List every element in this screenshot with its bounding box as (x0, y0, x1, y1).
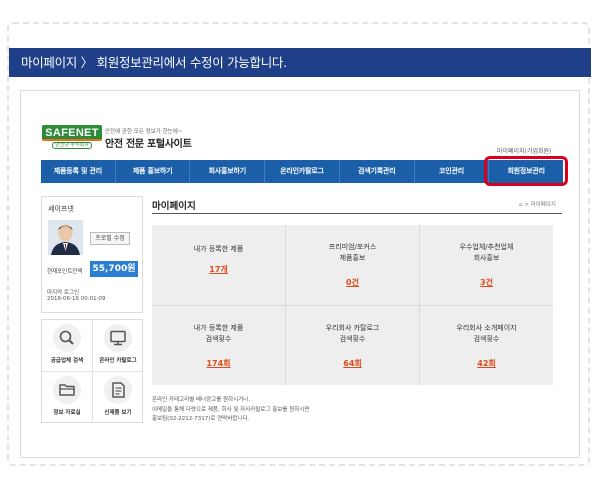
stat-value[interactable]: 174회 (152, 358, 285, 369)
contact-notice: 온라인 카테고리별 배너광고를 원하시거나, 이메일을 통해 다량으로 제품, … (152, 396, 309, 425)
stat-value[interactable]: 64회 (286, 358, 419, 369)
quick-online-catalog[interactable]: 온라인 카탈로그 (93, 320, 143, 371)
quick-new-products[interactable]: 신제품 보기 (93, 372, 143, 423)
quick-supplier-search[interactable]: 공급업체 검색 (42, 320, 92, 371)
stat-label: 우수업체/추천업체 (459, 243, 514, 251)
stat-label: 회사홍보 (473, 254, 500, 262)
search-icon (53, 324, 81, 352)
stat-label: 제품홍보 (339, 254, 366, 262)
member-info-highlight (484, 156, 568, 186)
stat-featured-companies: 우수업체/추천업체 회사홍보 3건 (420, 225, 553, 305)
stat-label: 검색횟수 (205, 335, 232, 343)
quick-label: 신제품 보기 (104, 410, 132, 416)
quick-label: 공급업체 검색 (50, 358, 84, 364)
stat-value[interactable]: 42회 (420, 358, 553, 369)
site-title: 안전 전문 포털사이트 (105, 139, 192, 150)
quick-menu: 공급업체 검색 온라인 카탈로그 정보 자료실 신제품 보기 (41, 319, 143, 423)
nav-item-search-history[interactable]: 검색기록관리 (340, 160, 415, 183)
stat-intro-page-search-count: 우리회사 소개페이지 검색횟수 42회 (420, 306, 553, 386)
stat-value[interactable]: 3건 (420, 277, 553, 288)
stat-value[interactable]: 17개 (152, 264, 285, 275)
profile-name: 세이프넷 (48, 205, 74, 213)
notice-line: 홍보팀(02-2212-7317)로 연락바랍니다. (152, 416, 250, 422)
nav-item-online-catalog[interactable]: 온라인카탈로그 (265, 160, 340, 183)
monitor-icon (104, 324, 132, 352)
edit-profile-button[interactable]: 프로필 수정 (90, 232, 130, 245)
quick-info-library[interactable]: 정보 자료실 (42, 372, 92, 423)
breadcrumb: ⌂ > 마이페이지 (519, 200, 556, 208)
nav-item-product-register[interactable]: 제품등록 및 관리 (41, 160, 116, 183)
notice-line: 이메일을 통해 다량으로 제품, 회사 및 자사카탈로그 홍보를 원하시면 (152, 406, 310, 413)
points-value: 55,700원 (90, 261, 138, 277)
home-icon[interactable]: ⌂ (519, 202, 523, 208)
nav-item-company-promo[interactable]: 회사홍보하기 (190, 160, 266, 183)
stat-label: 검색횟수 (473, 335, 500, 343)
logo-subtext: 안전넷 주식회사 (52, 142, 92, 149)
info-banner: 마이페이지 〉 회원정보관리에서 수정이 가능합니다. (9, 48, 591, 77)
stat-value[interactable]: 0건 (286, 277, 419, 288)
stat-registered-products: 내가 등록한 제품 17개 (152, 225, 285, 305)
points-label: 현재포인트잔액 (47, 269, 83, 275)
document-icon (104, 376, 132, 404)
stats-grid: 내가 등록한 제품 17개 프리미엄/포커스 제품홍보 0건 우수업체/추천업체… (152, 225, 553, 385)
stat-label: 프리미엄/포커스 (328, 243, 377, 251)
profile-box: 세이프넷 프로필 수정 현재포인트잔액 55,700원 마지막 로그인 2016… (41, 196, 143, 313)
notice-line: 온라인 카테고리별 배너광고를 원하시거나, (152, 397, 251, 403)
stat-label: 내가 등록한 제품 (193, 245, 244, 253)
last-login-time: 2016-06-16 00:01:09 (47, 296, 106, 302)
stat-label: 내가 등록한 제품 (193, 324, 244, 332)
nav-item-coin[interactable]: 코인관리 (415, 160, 490, 183)
title-divider (152, 213, 562, 214)
page-title: 마이페이지 (152, 201, 196, 212)
logo-text: SAFENET (42, 125, 102, 141)
site-tagline: 안전에 관한 모든 정보가 한눈에~ (105, 129, 183, 135)
nav-item-product-promo[interactable]: 제품 홍보하기 (116, 160, 191, 183)
stat-label: 우리회사 카탈로그 (325, 324, 380, 332)
quick-label: 정보 자료실 (53, 410, 81, 416)
breadcrumb-label: > 마이페이지 (524, 202, 556, 208)
stat-premium-focus: 프리미엄/포커스 제품홍보 0건 (286, 225, 419, 305)
stat-catalog-search-count: 우리회사 카탈로그 검색횟수 64회 (286, 306, 419, 386)
last-login-label: 마지막 로그인 (47, 290, 80, 296)
stat-label: 검색횟수 (339, 335, 366, 343)
avatar (48, 220, 83, 255)
folder-icon (53, 376, 81, 404)
safenet-logo[interactable]: SAFENET 안전넷 주식회사 (42, 125, 102, 151)
mypage-link[interactable]: 마이페이지(기업회원) (497, 146, 551, 155)
stat-label: 우리회사 소개페이지 (456, 324, 517, 332)
stat-product-search-count: 내가 등록한 제품 검색횟수 174회 (152, 306, 285, 386)
quick-label: 온라인 카탈로그 (99, 358, 137, 364)
